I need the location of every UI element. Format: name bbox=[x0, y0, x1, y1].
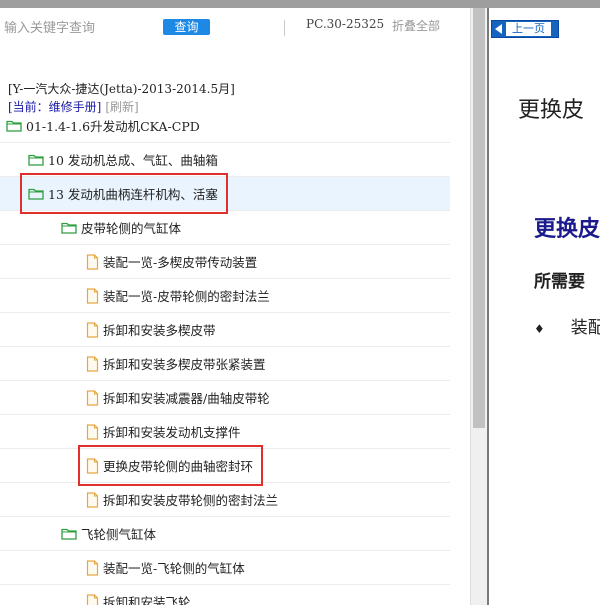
tree-node-label: 拆卸和安装皮带轮侧的密封法兰 bbox=[103, 493, 279, 508]
folder-icon bbox=[6, 119, 22, 132]
tree-row[interactable]: 拆卸和安装皮带轮侧的密封法兰 bbox=[0, 483, 450, 517]
tree-node-label: 拆卸和安装多楔皮带 bbox=[103, 323, 216, 338]
document-pane: 上一页 更换皮 更换皮 所需要 ♦ 装配 bbox=[489, 8, 600, 605]
bullet-text: 装配 bbox=[570, 318, 600, 338]
tree-node-label: 皮带轮侧的气缸体 bbox=[81, 221, 182, 236]
tree-node[interactable]: 拆卸和安装发动机支撑件 bbox=[86, 415, 241, 448]
tree-node-label: 装配一览-飞轮侧的气缸体 bbox=[103, 561, 245, 576]
tree-node[interactable]: 01-1.4-1.6升发动机CKA-CPD bbox=[6, 109, 200, 142]
highlight-box bbox=[78, 445, 264, 486]
tree-node[interactable]: 拆卸和安装减震器/曲轴皮带轮 bbox=[86, 381, 270, 414]
folder-icon bbox=[61, 527, 77, 540]
vehicle-title: [Y-一汽大众-捷达(Jetta)-2013-2014.5月] bbox=[8, 82, 235, 96]
tree-row[interactable]: 拆卸和安装飞轮 bbox=[0, 585, 450, 605]
document-icon bbox=[86, 321, 99, 338]
document-subheading: 所需要 bbox=[534, 272, 585, 292]
tree-node[interactable]: 皮带轮侧的气缸体 bbox=[61, 211, 181, 244]
tree-node-label: 装配一览-皮带轮侧的密封法兰 bbox=[103, 289, 270, 304]
document-bullet-item: ♦ 装配 bbox=[534, 313, 600, 338]
window-top-strip bbox=[0, 0, 600, 8]
folder-icon bbox=[61, 221, 77, 234]
document-icon bbox=[86, 287, 99, 304]
document-icon bbox=[86, 355, 99, 372]
tree-node-label: 拆卸和安装减震器/曲轴皮带轮 bbox=[103, 391, 270, 406]
tree-node[interactable]: 拆卸和安装皮带轮侧的密封法兰 bbox=[86, 483, 278, 516]
tree-row[interactable]: 01-1.4-1.6升发动机CKA-CPD bbox=[0, 109, 450, 143]
tree-node-label: 01-1.4-1.6升发动机CKA-CPD bbox=[26, 119, 200, 134]
tree-node[interactable]: 拆卸和安装多楔皮带张紧装置 bbox=[86, 347, 266, 380]
tree-node[interactable]: 10 发动机总成、气缸、曲轴箱 bbox=[28, 143, 218, 176]
diamond-bullet-icon: ♦ bbox=[534, 321, 545, 336]
document-icon bbox=[86, 253, 99, 270]
tree-row[interactable]: 拆卸和安装发动机支撑件 bbox=[0, 415, 450, 449]
tree-row[interactable]: 装配一览-皮带轮侧的密封法兰 bbox=[0, 279, 450, 313]
tree-node-label: 拆卸和安装飞轮 bbox=[103, 595, 191, 605]
document-icon bbox=[86, 559, 99, 576]
search-bar: 查询 PC.30-25325 折叠全部 bbox=[0, 8, 470, 44]
tree-row[interactable]: 飞轮侧气缸体 bbox=[0, 517, 450, 551]
pc-code-label: PC.30-25325 bbox=[306, 17, 385, 31]
tree-node[interactable]: 拆卸和安装多楔皮带 bbox=[86, 313, 216, 346]
document-icon bbox=[86, 491, 99, 508]
search-button[interactable]: 查询 bbox=[163, 19, 210, 35]
tree-node[interactable]: 飞轮侧气缸体 bbox=[61, 517, 156, 550]
arrow-left-icon bbox=[495, 24, 502, 34]
collapse-all-link[interactable]: 折叠全部 bbox=[392, 17, 440, 34]
toolbar-divider bbox=[284, 20, 285, 36]
tree-row[interactable]: 皮带轮侧的气缸体 bbox=[0, 211, 450, 245]
tree-scrollbar[interactable] bbox=[470, 8, 487, 605]
tree-node-label: 拆卸和安装发动机支撑件 bbox=[103, 425, 241, 440]
tree-node-label: 飞轮侧气缸体 bbox=[81, 527, 157, 542]
tree-row[interactable]: 拆卸和安装多楔皮带张紧装置 bbox=[0, 347, 450, 381]
document-title: 更换皮 bbox=[518, 98, 585, 123]
scrollbar-thumb[interactable] bbox=[473, 8, 485, 428]
document-icon bbox=[86, 389, 99, 406]
highlight-box bbox=[20, 173, 228, 214]
tree-node[interactable]: 拆卸和安装飞轮 bbox=[86, 585, 191, 605]
tree-row[interactable]: 拆卸和安装多楔皮带 bbox=[0, 313, 450, 347]
tree-node-label: 装配一览-多楔皮带传动装置 bbox=[103, 255, 258, 270]
tree-row[interactable]: 装配一览-飞轮侧的气缸体 bbox=[0, 551, 450, 585]
navigation-pane: 查询 PC.30-25325 折叠全部 [Y-一汽大众-捷达(Jetta)-20… bbox=[0, 8, 470, 605]
tree-row[interactable]: 装配一览-多楔皮带传动装置 bbox=[0, 245, 450, 279]
prev-page-button[interactable]: 上一页 bbox=[491, 20, 559, 38]
folder-icon bbox=[28, 153, 44, 166]
prev-page-label: 上一页 bbox=[506, 22, 551, 36]
document-icon bbox=[86, 593, 99, 605]
tree-row[interactable]: 拆卸和安装减震器/曲轴皮带轮 bbox=[0, 381, 450, 415]
tree-row[interactable]: 10 发动机总成、气缸、曲轴箱 bbox=[0, 143, 450, 177]
tree-node-label: 拆卸和安装多楔皮带张紧装置 bbox=[103, 357, 266, 372]
tree-node-label: 10 发动机总成、气缸、曲轴箱 bbox=[48, 153, 218, 168]
search-input[interactable] bbox=[4, 16, 144, 40]
document-icon bbox=[86, 423, 99, 440]
tree-node[interactable]: 装配一览-皮带轮侧的密封法兰 bbox=[86, 279, 270, 312]
tree-node[interactable]: 装配一览-飞轮侧的气缸体 bbox=[86, 551, 245, 584]
tree-node[interactable]: 装配一览-多楔皮带传动装置 bbox=[86, 245, 257, 278]
document-heading: 更换皮 bbox=[534, 216, 600, 242]
